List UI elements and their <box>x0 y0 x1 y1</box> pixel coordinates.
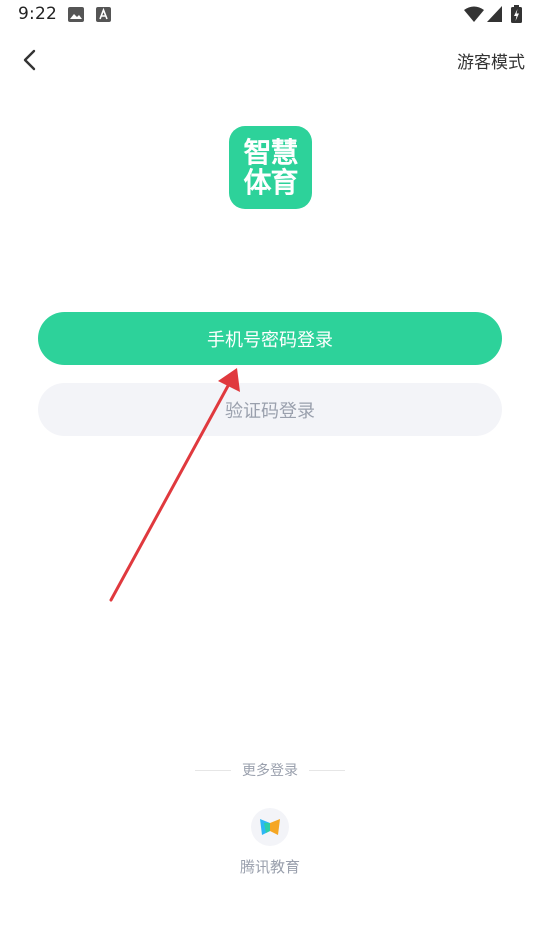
tencent-education-button[interactable] <box>251 808 289 846</box>
tencent-education-login[interactable]: 腾讯教育 <box>230 808 310 877</box>
more-login-title: 更多登录 <box>242 763 298 779</box>
butterfly-icon <box>260 819 280 835</box>
login-screen: 9:22 游客模式 智慧 体育 手机号密码登录 验证码登录 更多登录 腾讯教育 <box>0 0 540 930</box>
annotation-arrow <box>109 368 240 602</box>
tencent-education-label: 腾讯教育 <box>239 858 300 876</box>
divider-line-right <box>309 769 345 771</box>
more-login-divider: 更多登录 <box>195 760 345 780</box>
divider-line-left <box>195 769 231 771</box>
